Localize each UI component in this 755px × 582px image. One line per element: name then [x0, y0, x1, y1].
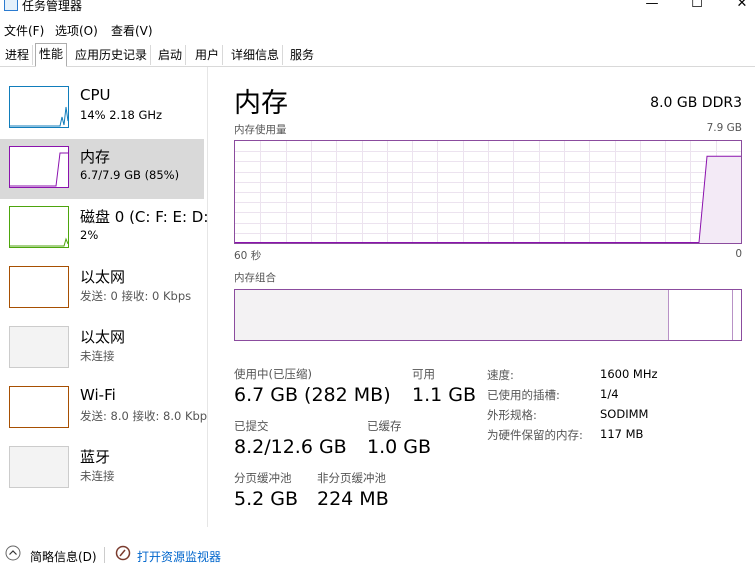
sidebar-item-disk[interactable]: 磁盘 0 (C: F: E: D: 2% — [0, 199, 208, 259]
sidebar-item-detail: 2% — [80, 228, 99, 242]
paged-pool-label: 分页缓冲池 — [234, 471, 292, 485]
available-value: 1.1 GB — [412, 384, 477, 406]
app-icon — [4, 0, 18, 11]
cpu-thumbnail-graph — [9, 86, 69, 128]
memory-usage-graph — [234, 140, 742, 244]
form-factor-label: 外形规格: — [487, 408, 537, 422]
sidebar-item-name: CPU — [80, 86, 111, 104]
page-title: 内存 — [234, 88, 288, 119]
in-use-value: 6.7 GB (282 MB) — [234, 384, 391, 406]
tab-services[interactable]: 服务 — [287, 45, 317, 65]
sidebar-item-name: 以太网 — [80, 328, 126, 346]
sidebar-item-ethernet-1[interactable]: 以太网 发送: 0 接收: 0 Kbps — [0, 259, 204, 319]
form-factor-value: SODIMM — [600, 407, 649, 421]
fewer-details-button[interactable]: 简略信息(D) — [30, 548, 97, 565]
disk-thumbnail-graph — [9, 206, 69, 248]
nonpaged-pool-label: 非分页缓冲池 — [317, 471, 386, 485]
bottom-divider — [104, 547, 105, 563]
tab-startup[interactable]: 启动 — [155, 45, 187, 65]
sidebar-item-bluetooth[interactable]: 蓝牙 未连接 — [0, 439, 204, 499]
speed-value: 1600 MHz — [600, 367, 658, 381]
hardware-reserved-value: 117 MB — [600, 427, 644, 441]
tab-details[interactable]: 详细信息 — [228, 45, 284, 65]
sidebar-item-name: 磁盘 0 (C: F: E: D: — [80, 208, 209, 226]
memory-spec: 8.0 GB DDR3 — [650, 95, 742, 111]
cached-value: 1.0 GB — [367, 436, 432, 458]
composition-in-use — [235, 290, 669, 340]
time-axis-left: 60 秒 — [234, 250, 262, 262]
usage-graph-max: 7.9 GB — [706, 122, 742, 134]
menu-file[interactable]: 文件(F) — [4, 22, 44, 39]
sidebar-item-memory[interactable]: 内存 6.7/7.9 GB (85%) — [0, 139, 204, 199]
close-button[interactable]: ✕ — [727, 0, 755, 12]
slots-value: 1/4 — [600, 387, 619, 401]
sidebar-item-detail: 发送: 0 接收: 0 Kbps — [80, 289, 192, 303]
ethernet-thumbnail-graph — [9, 326, 69, 368]
in-use-label: 使用中(已压缩) — [234, 367, 312, 381]
slots-label: 已使用的插槽: — [487, 388, 560, 402]
bluetooth-thumbnail-graph — [9, 446, 69, 488]
paged-pool-value: 5.2 GB — [234, 488, 299, 510]
sidebar-item-detail: 发送: 8.0 接收: 8.0 Kbp — [80, 409, 208, 423]
committed-label: 已提交 — [234, 419, 269, 433]
available-label: 可用 — [412, 367, 435, 381]
bottom-bar: 简略信息(D) 打开资源监视器 — [0, 541, 755, 571]
memory-usage-svg — [235, 141, 741, 243]
time-axis-right: 0 — [735, 248, 742, 260]
resource-sidebar: CPU 14% 2.18 GHz 内存 6.7/7.9 GB (85%) 磁盘 … — [0, 67, 208, 527]
cached-label: 已缓存 — [367, 419, 402, 433]
hardware-reserved-label: 为硬件保留的内存: — [487, 428, 583, 442]
title-bar: 任务管理器 — ☐ ✕ — [0, 0, 755, 14]
tab-performance[interactable]: 性能 — [35, 43, 68, 67]
sidebar-item-detail: 未连接 — [80, 349, 115, 363]
wifi-thumbnail-graph — [9, 386, 69, 428]
menu-bar: 文件(F) 选项(O) 查看(V) — [0, 20, 755, 38]
composition-label: 内存组合 — [234, 272, 276, 284]
memory-composition-bar — [234, 289, 742, 341]
sidebar-item-detail: 14% 2.18 GHz — [80, 108, 163, 122]
nonpaged-pool-value: 224 MB — [317, 488, 389, 510]
resource-monitor-icon[interactable] — [115, 545, 131, 561]
tab-bar: 进程 性能 应用历史记录 启动 用户 详细信息 服务 — [0, 42, 755, 67]
minimize-button[interactable]: — — [637, 0, 667, 12]
sidebar-item-ethernet-2[interactable]: 以太网 未连接 — [0, 319, 204, 379]
tab-users[interactable]: 用户 — [192, 45, 224, 65]
sidebar-item-name: 内存 — [80, 148, 111, 166]
menu-options[interactable]: 选项(O) — [55, 22, 98, 39]
tab-app-history[interactable]: 应用历史记录 — [72, 45, 152, 65]
sidebar-item-name: 蓝牙 — [80, 448, 111, 466]
speed-label: 速度: — [487, 368, 514, 382]
window-title: 任务管理器 — [22, 0, 83, 13]
memory-thumbnail-graph — [9, 146, 69, 188]
sidebar-item-name: 以太网 — [80, 268, 126, 286]
memory-detail-panel: 内存 8.0 GB DDR3 内存使用量 7.9 GB 60 秒 0 内存组合 … — [208, 67, 755, 527]
usage-graph-label: 内存使用量 — [234, 124, 287, 136]
maximize-button[interactable]: ☐ — [682, 0, 712, 12]
sidebar-item-name: Wi-Fi — [80, 386, 116, 404]
tab-processes[interactable]: 进程 — [2, 45, 34, 65]
menu-view[interactable]: 查看(V) — [111, 22, 153, 39]
composition-standby-divider — [732, 290, 733, 340]
open-resource-monitor-link[interactable]: 打开资源监视器 — [137, 548, 221, 565]
sidebar-item-detail: 未连接 — [80, 469, 115, 483]
chevron-up-icon[interactable] — [5, 545, 21, 561]
sidebar-item-detail: 6.7/7.9 GB (85%) — [80, 168, 180, 182]
sidebar-item-wifi[interactable]: Wi-Fi 发送: 8.0 接收: 8.0 Kbp — [0, 379, 208, 439]
sidebar-item-cpu[interactable]: CPU 14% 2.18 GHz — [0, 79, 204, 139]
committed-value: 8.2/12.6 GB — [234, 436, 347, 458]
ethernet-thumbnail-graph — [9, 266, 69, 308]
